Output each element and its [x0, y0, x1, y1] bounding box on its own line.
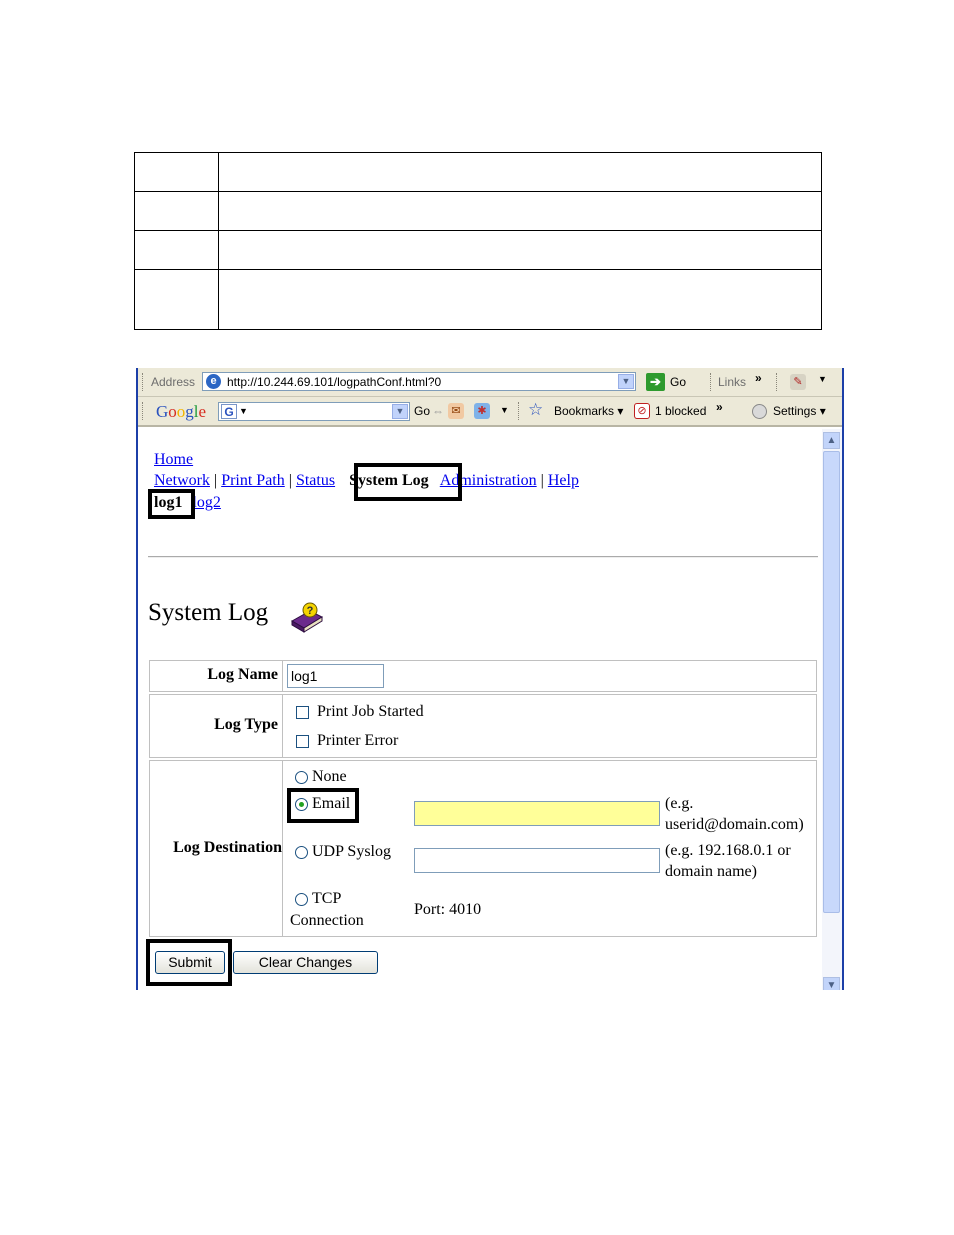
address-label: Address: [151, 375, 196, 389]
highlight-box-log1: [148, 489, 195, 519]
udp-address-input[interactable]: [414, 848, 660, 873]
dest-tcp-radio[interactable]: [295, 893, 308, 906]
log-type-label: Log Type: [214, 716, 278, 733]
label-cell: Log Type: [150, 695, 283, 757]
email-hint-line1: (e.g.: [665, 795, 694, 812]
settings-label: Settings: [773, 404, 817, 418]
vertical-scrollbar[interactable]: ▲ ▼: [822, 429, 842, 990]
extension-icon[interactable]: ✎: [790, 374, 806, 390]
nav-status-link[interactable]: Status: [296, 472, 335, 489]
table-cell: [134, 152, 219, 192]
table-cell: [218, 230, 822, 270]
google-search-input[interactable]: G ▼ ▼: [218, 402, 410, 421]
table-cell: [134, 230, 219, 270]
clear-changes-button[interactable]: Clear Changes: [233, 951, 378, 974]
google-toolbar: Google G ▼ ▼ Go ⇔ ✉ ✱ ▼ ☆ Bookmarks ▾ ⊘ …: [138, 397, 842, 427]
address-dropdown-icon[interactable]: ▼: [618, 374, 634, 389]
go-arrow-icon[interactable]: ➔: [646, 373, 665, 391]
printer-error-checkbox[interactable]: [296, 735, 309, 748]
chevron-down-icon[interactable]: ▼: [500, 405, 509, 415]
google-logo[interactable]: Google: [156, 402, 206, 422]
toolbar-grip[interactable]: [518, 402, 521, 420]
log-name-row: Log Name: [149, 660, 817, 692]
address-bar[interactable]: e http://10.244.69.101/logpathConf.html?…: [202, 372, 636, 391]
bookmarks-label: Bookmarks: [554, 404, 615, 418]
log-destination-label: Log Destination: [173, 839, 282, 856]
address-toolbar: Address e http://10.244.69.101/logpathCo…: [138, 368, 842, 397]
print-job-started-checkbox[interactable]: [296, 706, 309, 719]
highlight-box-submit: [146, 939, 232, 986]
tcp-port-text: Port: 4010: [414, 901, 482, 918]
star-icon[interactable]: ☆: [528, 400, 543, 420]
udp-hint-line1: (e.g. 192.168.0.1 or: [665, 842, 791, 859]
nav-print-path-link[interactable]: Print Path: [221, 472, 285, 489]
links-chevron-icon[interactable]: »: [755, 371, 762, 385]
label-cell: Log Name: [150, 661, 283, 691]
nav-separator: |: [213, 472, 218, 489]
nav-network-link[interactable]: Network: [154, 472, 210, 489]
chevron-down-icon[interactable]: ▼: [818, 374, 827, 384]
dest-udp-radio[interactable]: [295, 846, 308, 859]
g-badge-icon[interactable]: G: [221, 404, 237, 419]
divider: [148, 556, 818, 558]
pagerank-icon[interactable]: ✱: [474, 403, 490, 419]
search-go-button[interactable]: Go: [414, 404, 430, 418]
dest-tcp-label-line1: TCP: [312, 890, 342, 907]
nav-help-link[interactable]: Help: [548, 472, 579, 489]
nav-separator: |: [288, 472, 292, 489]
blocked-count[interactable]: 1 blocked: [655, 404, 706, 418]
system-log-form: Log Name Log Type Print Job Started Prin…: [149, 660, 817, 937]
dest-tcp-label-line2: Connection: [290, 912, 364, 929]
log-destination-row: Log Destination None Email (e.g. userid@…: [149, 760, 817, 937]
toolbar-grip[interactable]: [710, 373, 713, 391]
subnav-log2-link[interactable]: log2: [192, 494, 220, 511]
dest-none-radio[interactable]: [295, 771, 308, 784]
links-label[interactable]: Links: [718, 375, 746, 389]
svg-text:?: ?: [307, 605, 314, 617]
printer-error-label: Printer Error: [317, 732, 399, 749]
go-button[interactable]: Go: [670, 375, 686, 389]
log-name-label: Log Name: [207, 666, 278, 683]
scroll-up-icon[interactable]: ▲: [823, 432, 840, 449]
help-book-icon[interactable]: ?: [290, 601, 324, 633]
ie-page-icon: e: [206, 374, 221, 389]
dest-udp-label: UDP Syslog: [312, 843, 391, 860]
toolbar-grip[interactable]: [142, 373, 145, 391]
udp-hint-line2: domain name): [665, 863, 757, 880]
news-icon[interactable]: ✉: [448, 403, 464, 419]
page-title: System Log: [148, 599, 269, 626]
more-chevron-icon[interactable]: »: [716, 400, 723, 414]
settings-wrench-icon[interactable]: [752, 404, 767, 419]
scroll-down-icon[interactable]: ▼: [823, 977, 840, 990]
email-hint-line2: userid@domain.com): [665, 816, 804, 833]
toolbar-grip[interactable]: [142, 402, 145, 420]
document-table: [134, 152, 822, 330]
email-address-input[interactable]: [414, 801, 660, 826]
page-content: Home Network | Print Path | Status Syste…: [138, 429, 820, 990]
table-cell: [218, 191, 822, 231]
nav-separator: |: [540, 472, 544, 489]
settings-button[interactable]: Settings ▾: [773, 404, 826, 418]
table-cell: [134, 191, 219, 231]
log-type-row: Log Type Print Job Started Printer Error: [149, 694, 817, 758]
popup-blocker-icon[interactable]: ⊘: [634, 403, 650, 419]
scrollbar-thumb[interactable]: [823, 451, 840, 913]
print-job-started-label: Print Job Started: [317, 703, 424, 720]
nav-home-link[interactable]: Home: [154, 451, 193, 469]
bookmarks-button[interactable]: Bookmarks ▾: [554, 404, 623, 418]
dest-none-label: None: [312, 768, 347, 785]
highlight-box-email: [287, 788, 359, 823]
chevron-down-icon[interactable]: ▼: [239, 406, 248, 416]
table-cell: [218, 269, 822, 330]
table-cell: [218, 152, 822, 192]
search-dropdown-icon[interactable]: ▼: [392, 404, 408, 419]
log-name-input[interactable]: [287, 664, 384, 688]
highlight-box-system-log: [354, 463, 462, 501]
toolbar-grip[interactable]: [776, 373, 779, 391]
arrows-icon: ⇔: [432, 404, 444, 418]
table-cell: [134, 269, 219, 330]
address-url[interactable]: http://10.244.69.101/logpathConf.html?0: [227, 375, 441, 389]
label-cell: Log Destination: [150, 761, 283, 936]
browser-window: Address e http://10.244.69.101/logpathCo…: [136, 368, 844, 990]
